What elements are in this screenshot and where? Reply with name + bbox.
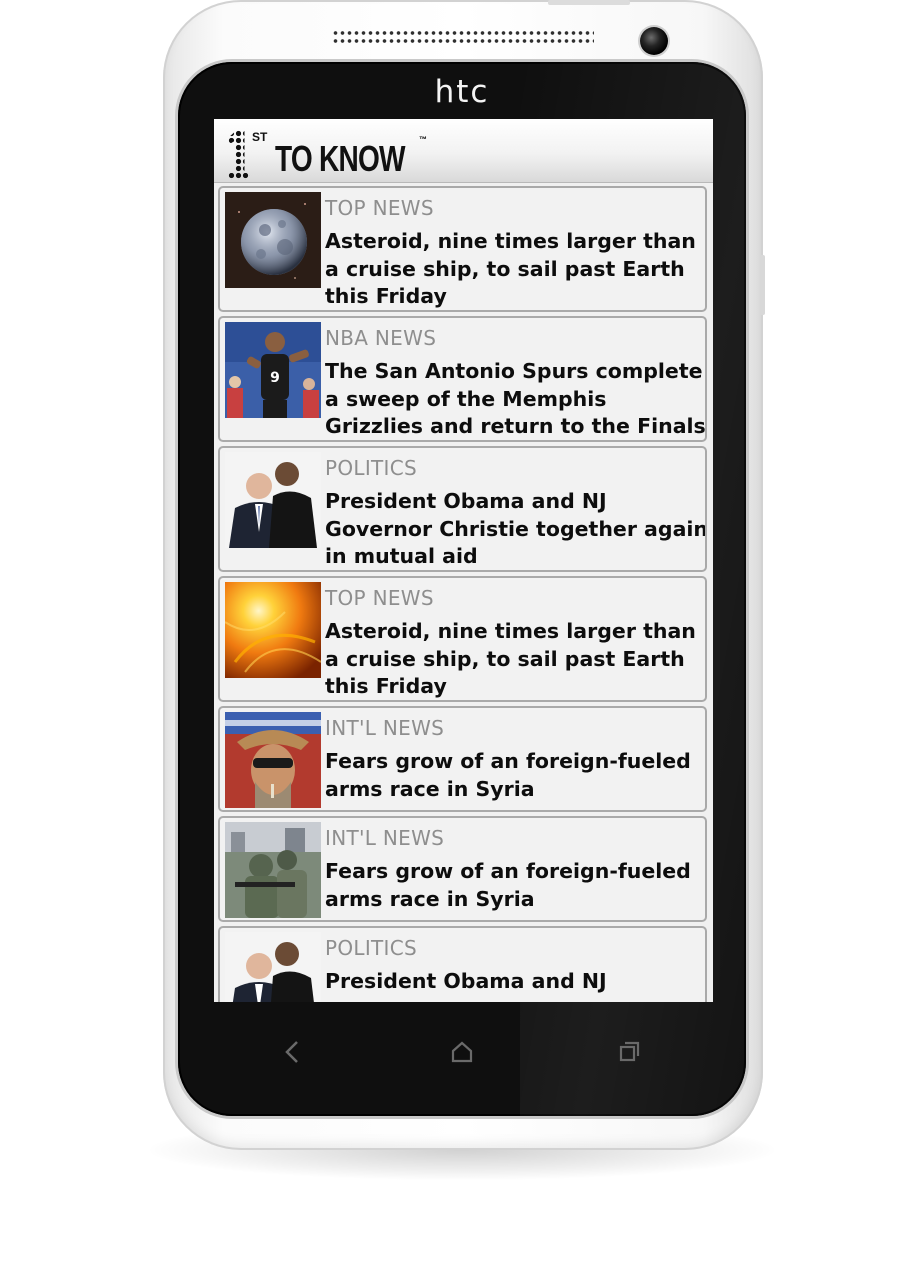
article-headline[interactable]: Asteroid, nine times larger than a cruis… <box>325 618 705 700</box>
app-screen: TOP NEWS Asteroid, nine times larger tha… <box>214 119 713 1002</box>
article-category: TOP NEWS <box>325 586 434 610</box>
asteroid-image <box>225 192 321 288</box>
politicians-image <box>225 932 321 1002</box>
svg-text:9: 9 <box>270 370 280 386</box>
volume-button <box>760 255 765 315</box>
home-button[interactable] <box>442 1032 482 1072</box>
basketball-player-image: 9 <box>225 322 321 418</box>
article-headline[interactable]: Asteroid, nine times larger than a cruis… <box>325 228 705 310</box>
logo-number <box>228 130 250 180</box>
protester-image <box>225 712 321 808</box>
news-card[interactable]: TOP NEWS Asteroid, nine times larger tha… <box>218 576 707 702</box>
article-category: INT'L NEWS <box>325 826 445 850</box>
news-card[interactable]: POLITICS President Obama and NJ Governor… <box>218 446 707 572</box>
article-headline[interactable]: The San Antonio Spurs complete a sweep o… <box>325 358 705 440</box>
article-category: POLITICS <box>325 936 418 960</box>
logo-suffix: ST <box>252 130 268 144</box>
brand-logo: htc <box>434 74 490 110</box>
news-card[interactable]: 9 NBA NEWS The San Antonio Spurs complet… <box>218 316 707 442</box>
front-camera <box>640 27 668 55</box>
logo-text: TO KNOW <box>275 138 406 179</box>
article-category: POLITICS <box>325 456 418 480</box>
news-card[interactable]: POLITICS President Obama and NJ <box>218 926 707 1002</box>
power-button <box>548 0 630 5</box>
article-headline[interactable]: Fears grow of an foreign-fueled arms rac… <box>325 748 705 803</box>
back-icon <box>285 1041 298 1063</box>
home-icon <box>451 1041 473 1063</box>
article-category: NBA NEWS <box>325 326 437 350</box>
article-headline[interactable]: President Obama and NJ Governor Christie… <box>325 488 705 570</box>
article-category: INT'L NEWS <box>325 716 445 740</box>
solar-flare-image <box>225 582 321 678</box>
recent-apps-icon <box>619 1041 640 1062</box>
article-headline[interactable]: President Obama and NJ <box>325 968 705 996</box>
navigation-bar <box>178 1002 746 1114</box>
logo-trademark: ™ <box>419 135 427 144</box>
politicians-image <box>225 452 321 548</box>
app-header: 1 ST TO KNOW ™ <box>214 119 713 183</box>
soldiers-image <box>225 822 321 918</box>
recent-apps-button[interactable] <box>609 1032 649 1072</box>
news-feed[interactable]: TOP NEWS Asteroid, nine times larger tha… <box>214 119 713 1002</box>
news-card[interactable]: INT'L NEWS Fears grow of an foreign-fuel… <box>218 816 707 922</box>
article-category: TOP NEWS <box>325 196 434 220</box>
news-card[interactable]: INT'L NEWS Fears grow of an foreign-fuel… <box>218 706 707 812</box>
earpiece-speaker <box>332 29 594 45</box>
app-logo[interactable]: 1 ST TO KNOW <box>228 124 442 180</box>
back-button[interactable] <box>272 1032 312 1072</box>
news-card[interactable]: TOP NEWS Asteroid, nine times larger tha… <box>218 186 707 312</box>
article-headline[interactable]: Fears grow of an foreign-fueled arms rac… <box>325 858 705 913</box>
